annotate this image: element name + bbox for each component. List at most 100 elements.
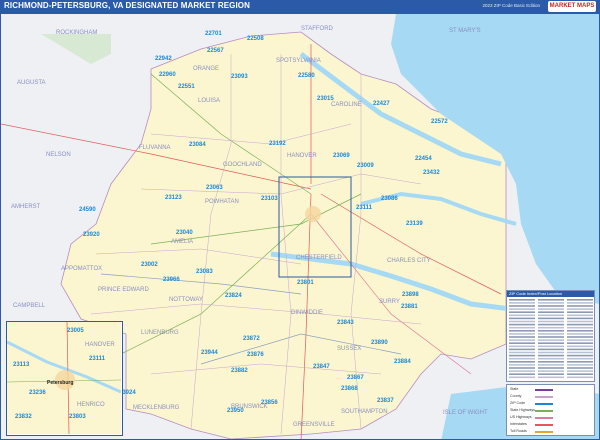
zip-index-row: [567, 370, 593, 372]
zip-code-label: 23881: [401, 304, 418, 310]
inset-city-label: Petersburg: [47, 380, 73, 386]
zip-index-row: [538, 308, 564, 310]
county-label: AUGUSTA: [17, 80, 46, 86]
inset-zip-code-label: 23803: [69, 414, 86, 420]
inset-zip-code-label: 23832: [15, 414, 32, 420]
legend-item-label: Toll Roads: [510, 429, 527, 433]
map-title: RICHMOND-PETERSBURG, VA DESIGNATED MARKE…: [4, 1, 250, 10]
county-label: POWHATAN: [205, 199, 239, 205]
zip-code-label: 23002: [141, 262, 158, 268]
inset-zip-code-label: 23111: [89, 356, 106, 362]
legend-swatch: [535, 396, 553, 398]
zip-index-row: [538, 357, 564, 360]
zip-index-row: [509, 361, 535, 363]
zip-code-index-panel: ZIP Code Index/Post Location: [506, 290, 595, 382]
zip-index-row: [567, 364, 593, 366]
county-label: AMELIA: [171, 239, 193, 245]
county-label: DINWIDDIE: [291, 310, 323, 316]
legend-swatch: [535, 389, 553, 391]
zip-index-row: [567, 299, 593, 301]
zip-index-row: [509, 311, 535, 313]
zip-index-row: [567, 339, 593, 341]
zip-code-label: 22960: [159, 72, 176, 78]
legend-item: US Highways: [510, 415, 532, 420]
legend-swatch: [535, 424, 553, 426]
zip-code-label: 22551: [178, 84, 195, 90]
zip-index-row: [509, 308, 535, 310]
zip-index-row: [538, 364, 564, 366]
title-bar: RICHMOND-PETERSBURG, VA DESIGNATED MARKE…: [0, 0, 600, 13]
zip-index-row: [538, 336, 564, 338]
zip-index-row: [567, 330, 593, 332]
county-label: SPOTSYLVANIA: [276, 58, 321, 64]
zip-code-label: 23920: [83, 232, 100, 238]
zip-code-label: 23856: [261, 400, 278, 406]
zip-index-row: [567, 373, 593, 375]
county-label: SOUTHAMPTON: [341, 409, 388, 415]
county-label: PRINCE EDWARD: [98, 287, 149, 293]
zip-code-label: 23898: [402, 292, 419, 298]
legend-item-label: US Highways: [510, 415, 532, 419]
legend-swatch: [535, 431, 553, 433]
petersburg-inset-map[interactable]: 23005 23111 23113 23236 23832 23803 HANOVER HEN…: [6, 321, 123, 436]
zip-code-label: 23083: [196, 269, 213, 275]
county-label: ORANGE: [193, 66, 219, 72]
zip-index-row: [509, 367, 535, 369]
legend-item-label: County: [510, 394, 522, 398]
zip-code-label: 22942: [155, 56, 172, 62]
legend-item-label: State Highways: [510, 408, 535, 412]
map-legend: State County ZIP Code State Highways US High…: [506, 384, 595, 436]
county-label: GOOCHLAND: [223, 162, 262, 168]
zip-index-row: [509, 348, 535, 351]
zip-index-row: [538, 367, 564, 369]
zip-code-label: 23192: [269, 141, 286, 147]
zip-index-row: [538, 373, 564, 375]
zip-index-row: [567, 320, 593, 323]
zip-index-row: [509, 357, 535, 360]
zip-index-row: [567, 323, 593, 326]
zip-index-row: [567, 367, 593, 369]
zip-code-label: 23872: [243, 336, 260, 342]
zip-index-row: [538, 370, 564, 372]
zip-index-row: [509, 314, 535, 317]
legend-item: Toll Roads: [510, 429, 527, 434]
zip-index-row: [509, 302, 535, 304]
zip-code-label: 23837: [377, 398, 394, 404]
zip-code-label: 23876: [247, 352, 264, 358]
zip-code-label: 23966: [163, 277, 180, 283]
zip-index-row: [509, 336, 535, 338]
zip-index-row: [567, 302, 593, 304]
zip-code-label: 23015: [317, 96, 334, 102]
zip-index-row: [538, 320, 564, 323]
zip-index-row: [538, 311, 564, 313]
zip-index-row: [567, 336, 593, 338]
county-label: FLUVANNA: [139, 145, 171, 151]
legend-swatch: [535, 417, 553, 419]
zip-index-row: [567, 311, 593, 313]
zip-index-row: [509, 351, 535, 354]
zip-code-label: 23139: [406, 221, 423, 227]
zip-code-label: 22572: [431, 119, 448, 125]
zip-code-label: 23084: [189, 142, 206, 148]
zip-index-row: [509, 326, 535, 329]
legend-item-label: Interstates: [510, 422, 527, 426]
zip-code-label: 23069: [333, 153, 350, 159]
zip-code-label: 23103: [261, 196, 278, 202]
county-label: GREENSVILLE: [293, 422, 335, 428]
zip-code-label: 23063: [206, 185, 223, 191]
zip-index-row: [509, 305, 535, 307]
inset-zip-code-label: 23236: [29, 390, 46, 396]
zip-index-row: [509, 376, 535, 379]
zip-index-row: [538, 302, 564, 304]
zip-code-label: 23093: [231, 74, 248, 80]
zip-index-row: [538, 333, 564, 335]
zip-index-row: [509, 373, 535, 375]
zip-index-row: [567, 308, 593, 310]
zip-index-row: [538, 314, 564, 317]
richmond-urban-area: [305, 206, 321, 222]
zip-index-row: [538, 345, 564, 348]
zip-code-label: 22701: [205, 31, 222, 37]
county-label: NELSON: [46, 152, 71, 158]
county-label: ISLE OF WIGHT: [443, 410, 488, 416]
legend-swatch: [535, 403, 553, 405]
